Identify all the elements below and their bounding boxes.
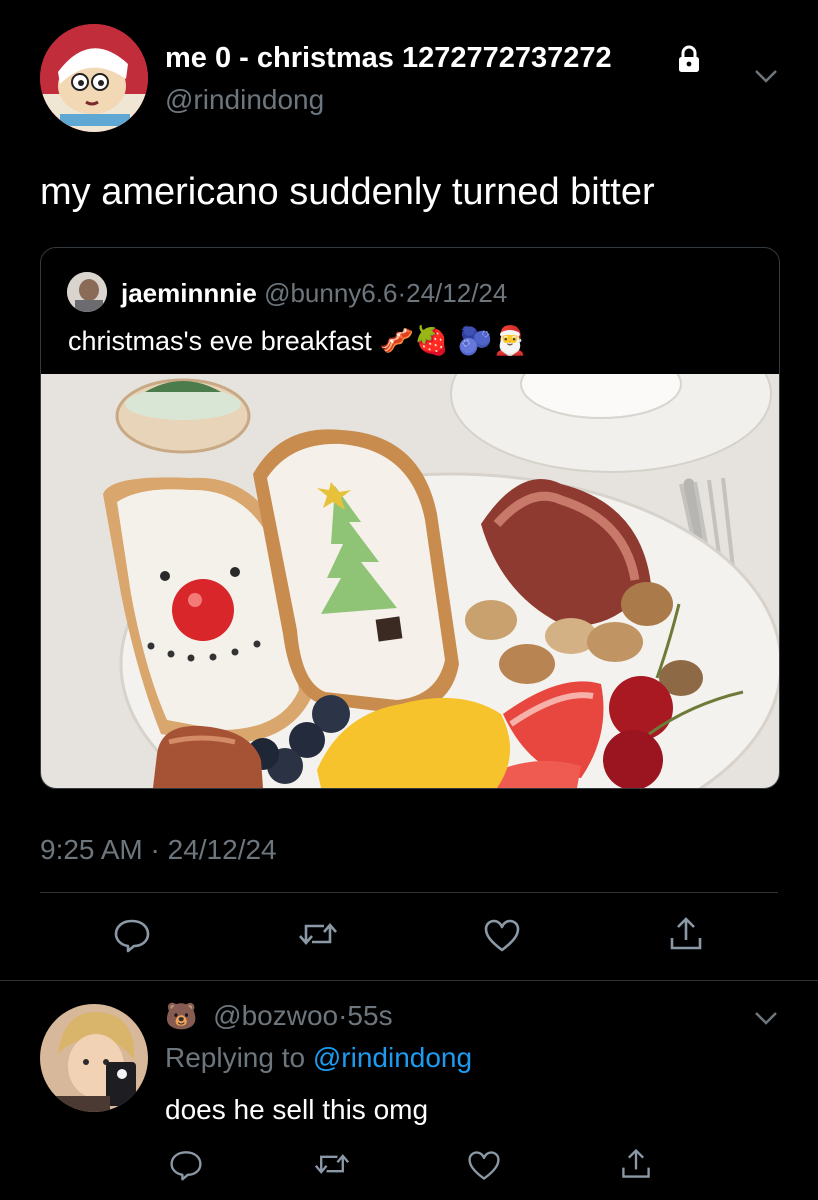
reply-text: does he sell this omg xyxy=(165,1094,429,1125)
author-handle[interactable]: @rindindong xyxy=(165,84,324,116)
replying-to-label: Replying to xyxy=(165,1042,306,1073)
reply-icon[interactable] xyxy=(112,914,152,954)
tweet-menu-chevron-down-icon[interactable] xyxy=(752,66,780,91)
reply-share-icon[interactable] xyxy=(618,1146,658,1186)
reply-heart-icon[interactable] xyxy=(466,1148,506,1188)
quoted-tweet-emojis: 🥓🍓 🫐🎅 xyxy=(379,324,528,357)
timestamp-divider xyxy=(40,892,778,893)
tweet-date[interactable]: 24/12/24 xyxy=(168,834,277,865)
cartoon-avatar-icon xyxy=(40,24,148,132)
breakfast-photo[interactable] xyxy=(41,374,779,788)
tweet-time[interactable]: 9:25 AM xyxy=(40,834,143,865)
quoted-author-handle: @bunny6.6 xyxy=(264,278,398,308)
author-display-name[interactable]: me 0 - christmas 1272772737272 xyxy=(165,42,612,75)
reply-handle[interactable]: @bozwoo xyxy=(213,1000,338,1031)
reply-author-avatar[interactable] xyxy=(40,1004,148,1112)
quoted-date: 24/12/24 xyxy=(406,278,508,308)
quoted-tweet-text: christmas's eve breakfast xyxy=(68,326,372,356)
reply-reply-icon[interactable] xyxy=(168,1146,208,1186)
tweet-text: my americano suddenly turned bitter xyxy=(40,171,655,213)
selfie-avatar-icon xyxy=(40,1004,148,1112)
retweet-icon[interactable] xyxy=(296,914,337,954)
quoted-author-name: jaeminnnie xyxy=(121,278,257,308)
author-avatar[interactable] xyxy=(40,24,148,132)
heart-icon[interactable] xyxy=(482,916,522,956)
tweet-date-separator: · xyxy=(150,834,160,865)
reply-age: 55s xyxy=(347,1000,393,1031)
quoted-tweet-card[interactable]: jaeminnnie @bunny6.6·24/12/24 christmas'… xyxy=(40,247,780,789)
quoted-author-avatar xyxy=(67,272,107,312)
reply-retweet-icon[interactable] xyxy=(312,1146,352,1186)
lock-icon xyxy=(674,44,704,79)
quoted-separator: · xyxy=(397,278,407,308)
share-icon[interactable] xyxy=(666,914,706,954)
replying-to-handle[interactable]: @rindindong xyxy=(313,1042,472,1073)
reply-name-emoji: 🐻 xyxy=(165,1002,198,1032)
reply-menu-chevron-down-icon[interactable] xyxy=(752,1008,780,1033)
tweet-bottom-divider xyxy=(0,980,818,981)
